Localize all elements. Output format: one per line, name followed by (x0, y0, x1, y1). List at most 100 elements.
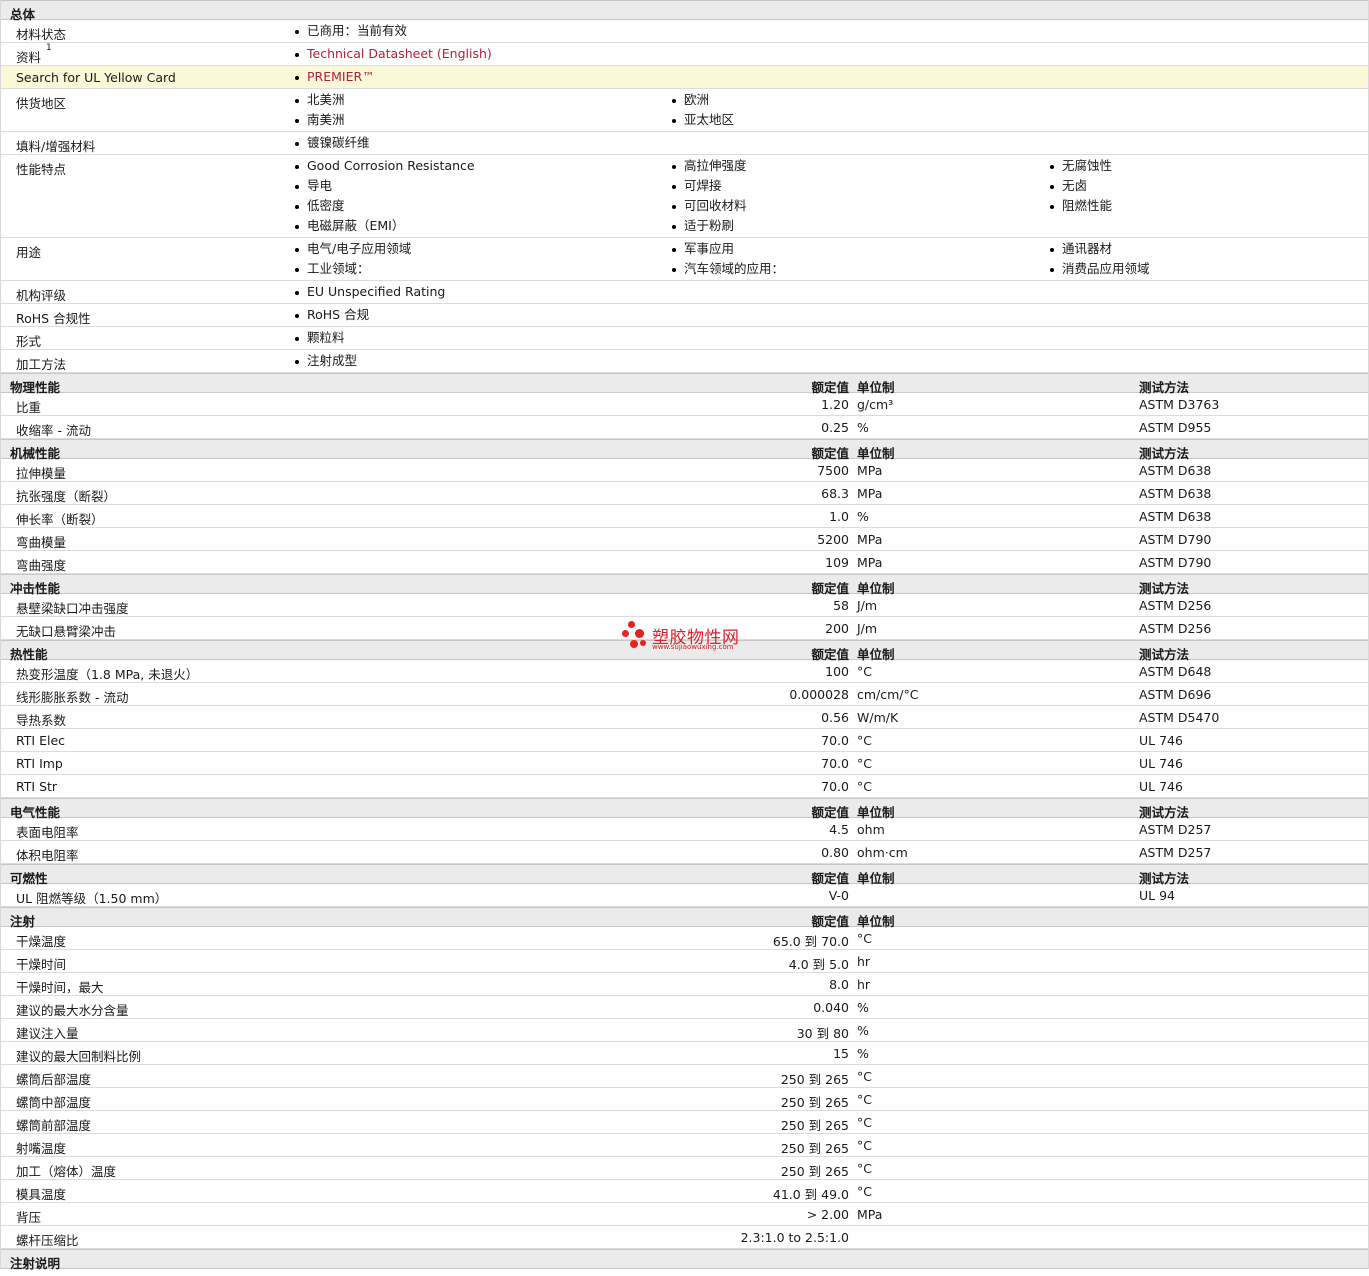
property-row: 干燥时间，最大 8.0 hr (1, 973, 1368, 996)
bullet-item: 消费品应用领域 (1047, 259, 1150, 279)
property-row: 热变形温度（1.8 MPa, 未退火） 100 °C ASTM D648 (1, 660, 1368, 683)
property-label: UL 阻燃等级（1.50 mm） (16, 891, 168, 906)
property-label: 建议注入量 (16, 1026, 79, 1041)
bullet-item: 电磁屏蔽（EMI） (292, 216, 475, 236)
property-value: 4.5 (829, 822, 849, 837)
property-value: > 2.00 (806, 1207, 849, 1222)
general-row: RoHS 合规性 RoHS 合规 (1, 304, 1368, 327)
property-row: RTI Str 70.0 °C UL 746 (1, 775, 1368, 798)
property-row: 加工（熔体）温度 250 到 265 °C (1, 1157, 1368, 1180)
property-row: 体积电阻率 0.80 ohm·cm ASTM D257 (1, 841, 1368, 864)
property-row: 伸长率（断裂） 1.0% ASTM D638 (1, 505, 1368, 528)
property-unit: °C (857, 1069, 872, 1084)
property-value: 0.000028 (789, 687, 849, 702)
bullet-item: 已商用：当前有效 (292, 21, 407, 41)
general-row-label: 填料/增强材料 (16, 139, 96, 154)
property-row: 拉伸模量 7500 MPa ASTM D638 (1, 459, 1368, 482)
property-value: 2.3:1.0 to 2.5:1.0 (740, 1230, 849, 1245)
property-value: 250 到 265 (780, 1164, 849, 1179)
value-column: Technical Datasheet (English) (292, 44, 492, 64)
property-row: 螺筒后部温度 250 到 265 °C (1, 1065, 1368, 1088)
property-test-method: ASTM D790 (1139, 555, 1212, 570)
property-value: 0.040 (813, 1000, 849, 1015)
bullet-item: 导电 (292, 176, 475, 196)
bullet-item: Good Corrosion Resistance (292, 156, 475, 176)
property-row: 线形膨胀系数 - 流动 0.000028 cm/cm/°C ASTM D696 (1, 683, 1368, 706)
property-value: 65.0 到 70.0 (772, 934, 849, 949)
property-unit: % (857, 1000, 869, 1015)
property-label: 干燥时间，最大 (16, 980, 104, 995)
value-column: 镀镍碳纤维 (292, 133, 370, 153)
property-value: 41.0 到 49.0 (772, 1187, 849, 1202)
section-header: 冲击性能 额定值 单位制 测试方法 (1, 574, 1368, 596)
bullet-item: 汽车领域的应用： (669, 259, 784, 279)
property-label: RTI Imp (16, 756, 63, 771)
bullet-link[interactable]: Technical Datasheet (English) (292, 44, 492, 64)
bullet-item: 适于粉刷 (669, 216, 747, 236)
property-value: 0.80 (821, 845, 849, 860)
property-value: 0.56 (821, 710, 849, 725)
property-test-method: ASTM D256 (1139, 598, 1212, 613)
bullet-link[interactable]: PREMIER™ (292, 67, 375, 87)
section-header-general: 总体 (1, 0, 1368, 22)
property-label: 体积电阻率 (16, 848, 79, 863)
property-row: 悬壁梁缺口冲击强度 58 J/m ASTM D256 (1, 594, 1368, 617)
section-title: 注射说明 (10, 1256, 61, 1271)
property-unit: hr (857, 954, 871, 969)
value-column: PREMIER™ (292, 67, 375, 87)
general-row-label: RoHS 合规性 (16, 311, 91, 326)
section-header: 注射说明 (1, 1249, 1368, 1271)
property-row: 干燥温度 65.0 到 70.0 °C (1, 927, 1368, 950)
property-unit: % (857, 509, 869, 524)
property-value: 1.20 (821, 397, 849, 412)
property-label: 比重 (16, 400, 42, 415)
property-label: 螺杆压缩比 (16, 1233, 79, 1248)
property-label: 螺筒后部温度 (16, 1072, 92, 1087)
general-row-label: Search for UL Yellow Card (16, 70, 176, 85)
property-label: 线形膨胀系数 - 流动 (16, 690, 129, 705)
property-unit: MPa (857, 532, 883, 547)
property-label: 表面电阻率 (16, 825, 79, 840)
property-label: 伸长率（断裂） (16, 512, 104, 527)
value-column: 已商用：当前有效 (292, 21, 407, 41)
property-row: 收缩率 - 流动 0.25% ASTM D955 (1, 416, 1368, 439)
property-label: 无缺口悬臂梁冲击 (16, 624, 117, 639)
property-unit: MPa (857, 1207, 883, 1222)
property-test-method: ASTM D955 (1139, 420, 1212, 435)
value-column: 通讯器材 消费品应用领域 (1047, 239, 1150, 279)
property-unit: cm/cm/°C (857, 687, 919, 702)
bullet-item: 颗粒料 (292, 328, 345, 348)
property-label: 收缩率 - 流动 (16, 423, 91, 438)
property-unit: J/m (857, 598, 878, 613)
property-test-method: ASTM D5470 (1139, 710, 1220, 725)
value-column: 注射成型 (292, 351, 357, 371)
property-unit: °C (857, 1092, 872, 1107)
bullet-item: 注射成型 (292, 351, 357, 371)
property-test-method: UL 746 (1139, 756, 1183, 771)
property-label: 建议的最大回制料比例 (16, 1049, 142, 1064)
value-column: 高拉伸强度 可焊接 可回收材料 适于粉刷 (669, 156, 747, 236)
property-value: 70.0 (821, 756, 849, 771)
property-label: 加工（熔体）温度 (16, 1164, 117, 1179)
property-test-method: ASTM D257 (1139, 845, 1212, 860)
property-row: 抗张强度（断裂） 68.3 MPa ASTM D638 (1, 482, 1368, 505)
property-unit: °C (857, 1115, 872, 1130)
property-row: 干燥时间 4.0 到 5.0 hr (1, 950, 1368, 973)
bullet-item: EU Unspecified Rating (292, 282, 445, 302)
property-unit: % (857, 1023, 869, 1038)
watermark-url: www.sujiaowuxing.com (652, 643, 734, 651)
property-label: 干燥时间 (16, 957, 67, 972)
property-value: 250 到 265 (780, 1072, 849, 1087)
bullet-item: 北美洲 (292, 90, 345, 110)
value-column: RoHS 合规 (292, 305, 369, 325)
property-test-method: ASTM D256 (1139, 621, 1212, 636)
property-value: 250 到 265 (780, 1095, 849, 1110)
property-unit: °C (857, 1138, 872, 1153)
property-unit: J/m (857, 621, 878, 636)
property-unit: °C (857, 756, 872, 771)
bullet-item: RoHS 合规 (292, 305, 369, 325)
property-row: RTI Imp 70.0 °C UL 746 (1, 752, 1368, 775)
general-row: 形式 颗粒料 (1, 327, 1368, 350)
value-column: Good Corrosion Resistance 导电 低密度 电磁屏蔽（EMI） (292, 156, 475, 236)
property-value: 7500 (817, 463, 849, 478)
